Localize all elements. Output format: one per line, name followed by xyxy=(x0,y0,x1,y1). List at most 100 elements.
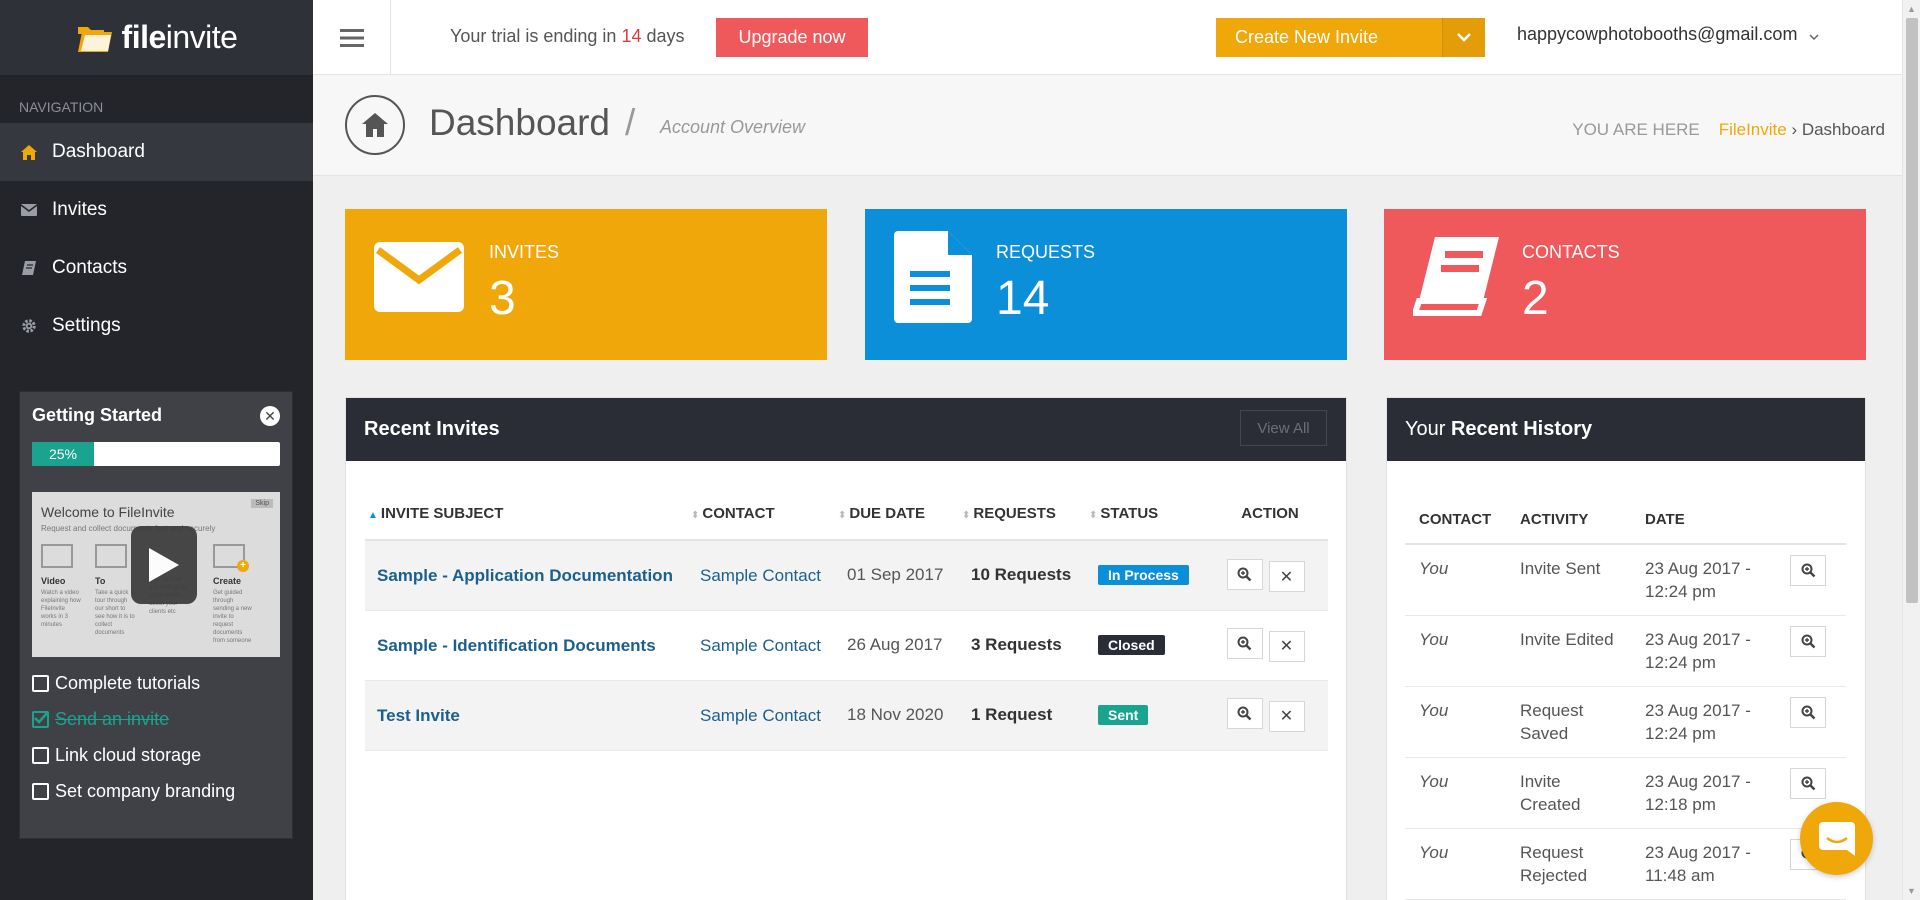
document-icon xyxy=(894,231,972,328)
tutorial-video[interactable]: Welcome to FileInvite Request and collec… xyxy=(32,492,280,657)
table-row: Test Invite Sample Contact 18 Nov 2020 1… xyxy=(365,680,1328,751)
invite-contact[interactable]: Sample Contact xyxy=(688,610,835,681)
invite-subject[interactable]: Test Invite xyxy=(365,680,688,751)
page-scrollbar[interactable]: ▲ ▼ xyxy=(1902,0,1920,900)
book-icon xyxy=(1410,237,1499,322)
sidebar-item-settings[interactable]: Settings xyxy=(0,297,313,355)
view-all-button[interactable]: View All xyxy=(1240,410,1327,446)
column-header-action: ACTION xyxy=(1209,488,1328,541)
stat-card-contacts[interactable]: CONTACTS 2 xyxy=(1384,209,1866,360)
action-cell xyxy=(1776,615,1846,687)
zoom-in-icon[interactable] xyxy=(1226,558,1263,590)
scrollbar-thumb[interactable] xyxy=(1906,18,1918,603)
invite-contact[interactable]: Sample Contact xyxy=(688,540,835,611)
stat-label: INVITES xyxy=(489,242,560,262)
video-col-label: Create xyxy=(213,576,242,586)
checkbox[interactable] xyxy=(32,674,49,692)
create-icon: + xyxy=(213,544,249,572)
action-cell xyxy=(1776,544,1846,616)
user-menu[interactable]: happycowphotobooths@gmail.com xyxy=(1517,24,1819,45)
sidebar-item-invites[interactable]: Invites xyxy=(0,181,313,239)
table-row: You Request Rejected 23 Aug 2017 - 11:48… xyxy=(1405,828,1846,900)
scroll-down-icon[interactable]: ▼ xyxy=(1907,886,1916,896)
invites-table: ▲ INVITE SUBJECT ⬍ CONTACT ⬍ DUE DATE ⬍ REQU… xyxy=(365,488,1328,751)
invite-subject[interactable]: Sample - Identification Documents xyxy=(365,610,688,681)
task-send-invite[interactable]: Send an invite xyxy=(32,701,280,737)
home-icon xyxy=(345,95,405,155)
status-cell: Sent xyxy=(1086,680,1209,751)
invite-due-date: 26 Aug 2017 xyxy=(835,610,959,681)
progress-fill: 25% xyxy=(32,442,94,466)
column-header-requests[interactable]: ⬍ REQUESTS xyxy=(959,488,1086,541)
delete-icon[interactable]: ✕ xyxy=(1268,561,1305,592)
stat-value: 14 xyxy=(996,272,1050,325)
history-date: 23 Aug 2017 - 12:24 pm xyxy=(1631,686,1776,758)
sidebar: fileinvite NAVIGATION Dashboard Invites … xyxy=(0,0,313,900)
zoom-in-icon[interactable] xyxy=(1790,625,1826,657)
column-header-contact[interactable]: ⬍ CONTACT xyxy=(688,488,835,541)
scroll-up-icon[interactable]: ▲ xyxy=(1907,4,1916,14)
play-icon[interactable] xyxy=(131,526,197,604)
sidebar-item-contacts[interactable]: Contacts xyxy=(0,239,313,297)
logo[interactable]: fileinvite xyxy=(0,0,313,75)
task-complete-tutorials[interactable]: Complete tutorials xyxy=(32,665,280,701)
create-invite-button[interactable]: Create New Invite xyxy=(1216,18,1485,57)
history-activity: Invite Created xyxy=(1506,757,1631,829)
history-contact: You xyxy=(1405,757,1506,829)
history-contact: You xyxy=(1405,686,1506,758)
status-badge: Closed xyxy=(1098,635,1165,655)
table-header-row: ▲ INVITE SUBJECT ⬍ CONTACT ⬍ DUE DATE ⬍ REQU… xyxy=(365,488,1328,541)
folder-logo-icon xyxy=(76,21,116,55)
delete-icon[interactable]: ✕ xyxy=(1268,630,1305,662)
video-col-text: Take a quick tour through our short to s… xyxy=(95,590,135,636)
action-cell: ✕ xyxy=(1209,540,1328,611)
zoom-in-icon[interactable] xyxy=(1790,555,1826,586)
table-row: You Invite Sent 23 Aug 2017 - 12:24 pm xyxy=(1405,544,1846,616)
stat-card-requests[interactable]: REQUESTS 14 xyxy=(865,209,1347,360)
column-header-subject[interactable]: ▲ INVITE SUBJECT xyxy=(365,488,688,541)
breadcrumb-link[interactable]: FileInvite xyxy=(1719,120,1787,139)
status-cell: Closed xyxy=(1086,610,1209,681)
video-col-create: + Create Get guided through sending a ne… xyxy=(213,544,253,645)
invite-contact[interactable]: Sample Contact xyxy=(688,680,835,751)
video-skip[interactable]: Skip xyxy=(251,499,273,508)
history-activity: Request Saved xyxy=(1506,686,1631,758)
sidebar-item-label: Settings xyxy=(52,315,121,336)
zoom-in-icon[interactable] xyxy=(1790,696,1826,728)
sort-icon: ⬍ xyxy=(962,510,971,521)
page-title: Dashboard xyxy=(429,102,611,143)
zoom-in-icon[interactable] xyxy=(1226,628,1263,660)
sort-asc-icon: ▲ xyxy=(368,510,378,521)
task-set-company-branding[interactable]: Set company branding xyxy=(32,773,280,809)
column-header-due-date[interactable]: ⬍ DUE DATE xyxy=(835,488,959,541)
checkbox-checked[interactable] xyxy=(32,710,49,728)
task-label: Set company branding xyxy=(55,780,236,801)
stat-card-invites[interactable]: INVITES 3 xyxy=(345,209,827,360)
delete-icon[interactable]: ✕ xyxy=(1268,700,1305,732)
chevron-down-icon[interactable] xyxy=(1443,18,1485,57)
getting-started-progress: 25% xyxy=(32,442,280,466)
sidebar-item-dashboard[interactable]: Dashboard xyxy=(0,123,313,181)
zoom-in-icon[interactable] xyxy=(1790,767,1826,799)
upgrade-button[interactable]: Upgrade now xyxy=(716,18,868,57)
stat-label: CONTACTS xyxy=(1522,242,1620,262)
invite-requests: 10 Requests xyxy=(959,540,1086,611)
task-list: Complete tutorials Send an invite Link c… xyxy=(32,665,280,809)
task-label: Link cloud storage xyxy=(55,744,202,765)
invite-subject[interactable]: Sample - Application Documentation xyxy=(365,540,688,611)
menu-toggle-icon[interactable] xyxy=(313,0,391,75)
history-date: 23 Aug 2017 - 12:24 pm xyxy=(1631,544,1776,616)
checkbox[interactable] xyxy=(32,782,49,800)
checkbox[interactable] xyxy=(32,746,49,764)
column-header-status[interactable]: ⬍ STATUS xyxy=(1086,488,1209,541)
zoom-in-icon[interactable] xyxy=(1226,698,1263,730)
action-cell: ✕ xyxy=(1209,680,1328,751)
tour-icon xyxy=(95,544,127,568)
close-icon[interactable]: ✕ xyxy=(260,406,280,426)
page-header: Dashboard / Account Overview YOU ARE HER… xyxy=(313,75,1902,176)
table-row: You Request Saved 23 Aug 2017 - 12:24 pm xyxy=(1405,686,1846,758)
trial-days: 14 xyxy=(621,26,642,46)
chat-launcher-icon[interactable] xyxy=(1800,802,1873,875)
history-contact: You xyxy=(1405,544,1506,616)
task-link-cloud-storage[interactable]: Link cloud storage xyxy=(32,737,280,773)
